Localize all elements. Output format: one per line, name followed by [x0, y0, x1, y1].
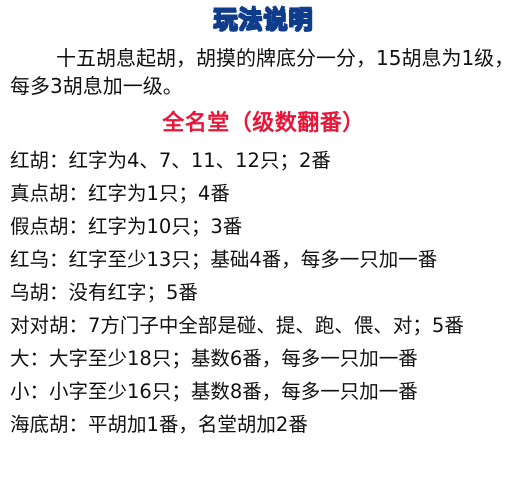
rule-hong-hu: 红胡：红字为4、7、11、12只；2番 — [10, 144, 525, 177]
intro-text: 十五胡息起胡，胡摸的牌底分一分，15胡息为1级，每多3胡息加一级。 — [10, 46, 515, 98]
rule-name: 乌胡： — [10, 281, 69, 304]
rule-xiao: 小：小字至少16只；基数8番，每多一只加一番 — [10, 375, 525, 408]
rule-desc: 7方门子中全部是碰、提、跑、偎、对；5番 — [88, 314, 464, 337]
rule-desc: 红字为4、7、11、12只；2番 — [68, 149, 331, 172]
rule-name: 假点胡： — [10, 215, 89, 238]
rule-name: 红乌： — [10, 248, 69, 271]
rules-panel: 玩法说明 十五胡息起胡，胡摸的牌底分一分，15胡息为1级，每多3胡息加一级。 全… — [0, 0, 527, 488]
section-title: 全名堂（级数翻番） — [162, 111, 365, 136]
rule-name: 对对胡： — [10, 314, 89, 337]
rule-hai-di-hu: 海底胡：平胡加1番，名堂胡加2番 — [10, 408, 525, 441]
rule-jia-dian-hu: 假点胡：红字为10只；3番 — [10, 210, 525, 243]
rule-desc: 小字至少16只；基数8番，每多一只加一番 — [49, 380, 418, 403]
rule-desc: 红字为1只；4番 — [88, 182, 230, 205]
rule-da: 大：大字至少18只；基数6番，每多一只加一番 — [10, 342, 525, 375]
rule-desc: 大字至少18只；基数6番，每多一只加一番 — [49, 347, 418, 370]
rule-dui-dui-hu: 对对胡：7方门子中全部是碰、提、跑、偎、对；5番 — [10, 309, 525, 342]
rule-zhen-dian-hu: 真点胡：红字为1只；4番 — [10, 177, 525, 210]
rule-wu-hu: 乌胡：没有红字；5番 — [10, 276, 525, 309]
page-title: 玩法说明 — [213, 4, 314, 33]
rule-desc: 红字为10只；3番 — [88, 215, 243, 238]
rule-name: 真点胡： — [10, 182, 89, 205]
rule-desc: 红字至少13只；基础4番，每多一只加一番 — [68, 248, 438, 271]
rule-desc: 没有红字；5番 — [68, 281, 198, 304]
rules-list: 红胡：红字为4、7、11、12只；2番 真点胡：红字为1只；4番 假点胡：红字为… — [10, 144, 525, 441]
rule-name: 红胡： — [10, 149, 69, 172]
rule-name: 海底胡： — [10, 413, 89, 436]
rule-name: 大： — [10, 347, 50, 370]
rule-desc: 平胡加1番，名堂胡加2番 — [88, 413, 308, 436]
rule-name: 小： — [10, 380, 50, 403]
rule-hong-wu: 红乌：红字至少13只；基础4番，每多一只加一番 — [10, 243, 525, 276]
